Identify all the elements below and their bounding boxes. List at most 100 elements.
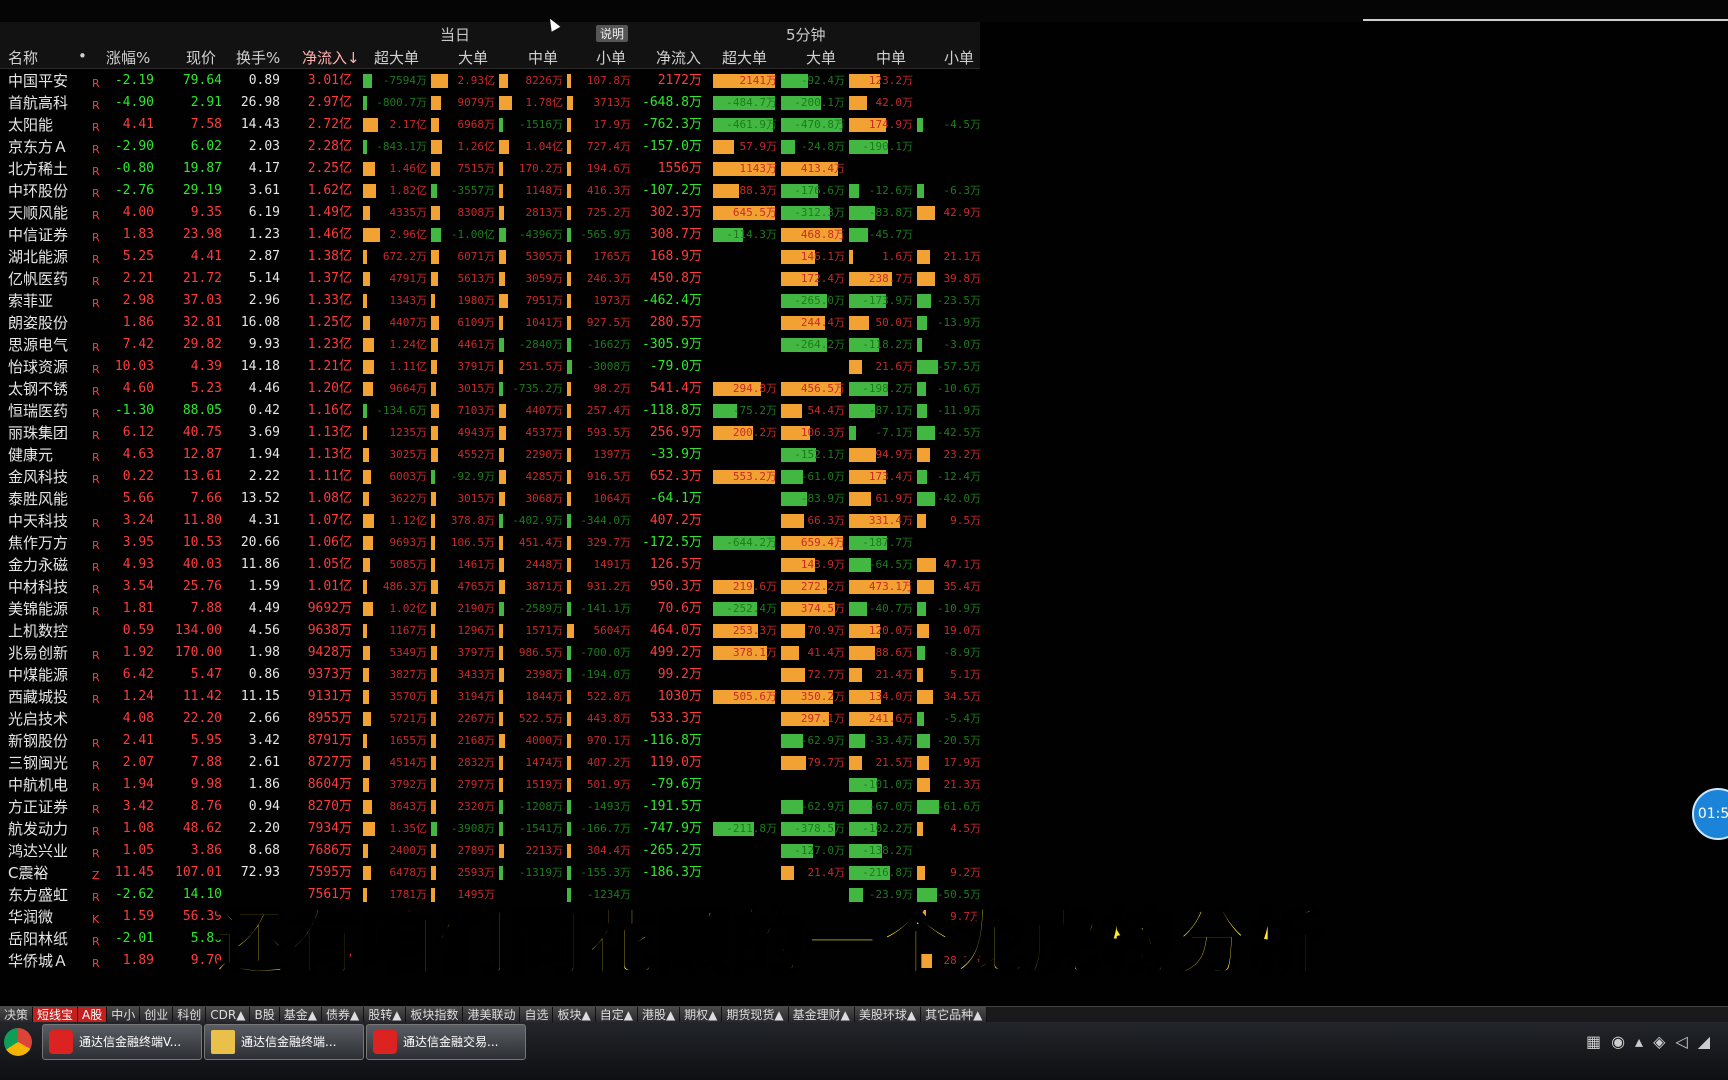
stock-name[interactable]: 美锦能源 bbox=[8, 601, 68, 617]
stock-name[interactable]: 岳阳林纸 bbox=[8, 931, 68, 947]
stock-name[interactable]: 亿帆医药 bbox=[8, 271, 68, 287]
stock-name[interactable]: 中材科技 bbox=[8, 579, 68, 595]
stock-name[interactable]: 湖北能源 bbox=[8, 249, 68, 265]
stock-name[interactable]: 恒瑞医药 bbox=[8, 403, 68, 419]
table-row[interactable]: C震裕 Z 11.45 107.01 72.93 7595万 6478万 2593万 -1319… bbox=[0, 862, 981, 884]
market-tab[interactable]: 短线宝 bbox=[33, 1007, 79, 1023]
table-row[interactable]: 新钢股份 R 2.41 5.95 3.42 8791万 1655万 2168万 4000万 970… bbox=[0, 730, 981, 752]
table-row[interactable]: 太钢不锈 R 4.60 5.23 4.46 1.20亿 9664万 3015万 -735.2万 9… bbox=[0, 378, 981, 400]
market-tab[interactable]: 债券▲ bbox=[321, 1007, 365, 1023]
market-tab[interactable]: CDR▲ bbox=[206, 1007, 251, 1023]
table-row[interactable]: 健康元 R 4.63 12.87 1.94 1.13亿 3025万 4552万 2290万 139… bbox=[0, 444, 981, 466]
stock-name[interactable]: 上机数控 bbox=[8, 623, 68, 639]
stock-name[interactable]: 京东方Ａ bbox=[8, 139, 68, 155]
col-super-large-5m[interactable]: 超大单 bbox=[722, 47, 767, 68]
stock-name[interactable]: 丽珠集团 bbox=[8, 425, 68, 441]
stock-name[interactable]: 三钢闽光 bbox=[8, 755, 68, 771]
market-tab[interactable]: 自选 bbox=[520, 1007, 554, 1023]
col-small-5m[interactable]: 小单 bbox=[944, 47, 974, 68]
col-turnover[interactable]: 换手% bbox=[236, 47, 280, 68]
col-dot[interactable]: • bbox=[78, 47, 87, 65]
table-row[interactable]: 方正证券 R 3.42 8.76 0.94 8270万 8643万 2320万 -1208万 -1… bbox=[0, 796, 981, 818]
stock-name[interactable]: 东方盛虹 bbox=[8, 887, 68, 903]
col-small[interactable]: 小单 bbox=[596, 47, 626, 68]
stock-name[interactable]: 方正证券 bbox=[8, 799, 68, 815]
market-tab[interactable]: 期货现货▲ bbox=[722, 1007, 789, 1023]
browser-icon[interactable] bbox=[4, 1028, 32, 1056]
col-super-large[interactable]: 超大单 bbox=[374, 47, 419, 68]
table-row[interactable]: 美锦能源 R 1.81 7.88 4.49 9692万 1.02亿 2190万 -2589万 -1… bbox=[0, 598, 981, 620]
col-price[interactable]: 现价 bbox=[186, 47, 216, 68]
market-tab[interactable]: 其它品种▲ bbox=[921, 1007, 988, 1023]
stock-name[interactable]: 焦作万方 bbox=[8, 535, 68, 551]
stock-name[interactable]: 中国平安 bbox=[8, 73, 68, 89]
stock-name[interactable]: 光启技术 bbox=[8, 711, 68, 727]
table-row[interactable]: 丽珠集团 R 6.12 40.75 3.69 1.13亿 1235万 4943万 4537万 59… bbox=[0, 422, 981, 444]
table-row[interactable]: 金力永磁 R 4.93 40.03 11.86 1.05亿 5085万 1461万 2448万 1… bbox=[0, 554, 981, 576]
stock-name[interactable]: 中信证券 bbox=[8, 227, 68, 243]
market-tab[interactable]: 港美联动 bbox=[463, 1007, 521, 1023]
stock-name[interactable]: 中环股份 bbox=[8, 183, 68, 199]
table-row[interactable]: 怡球资源 R 10.03 4.39 14.18 1.21亿 1.11亿 3791万 251.5万… bbox=[0, 356, 981, 378]
stock-name[interactable]: 新钢股份 bbox=[8, 733, 68, 749]
market-tab[interactable]: 板块▲ bbox=[553, 1007, 596, 1023]
stock-name[interactable]: 思源电气 bbox=[8, 337, 68, 353]
market-tab[interactable]: 自定▲ bbox=[595, 1007, 638, 1023]
table-row[interactable]: 太阳能 R 4.41 7.58 14.43 2.72亿 2.17亿 6968万 -1516万 17… bbox=[0, 114, 981, 136]
stock-name[interactable]: 太阳能 bbox=[8, 117, 53, 133]
stock-name[interactable]: 华侨城Ａ bbox=[8, 953, 68, 969]
market-tab[interactable]: 创业 bbox=[140, 1007, 174, 1023]
col-net-inflow-sorted[interactable]: 净流入↓ bbox=[302, 47, 360, 68]
stock-name[interactable]: 泰胜风能 bbox=[8, 491, 68, 507]
table-row[interactable]: 中环股份 R -2.76 29.19 3.61 1.62亿 1.82亿 -3557万 1148万… bbox=[0, 180, 981, 202]
market-tab[interactable]: 股转▲ bbox=[364, 1007, 407, 1023]
market-tab[interactable]: 期权▲ bbox=[680, 1007, 723, 1023]
stock-name[interactable]: 天顺风能 bbox=[8, 205, 68, 221]
col-medium[interactable]: 中单 bbox=[528, 47, 558, 68]
stock-name[interactable]: 中天科技 bbox=[8, 513, 68, 529]
market-tab[interactable]: 基金理财▲ bbox=[788, 1007, 855, 1023]
stock-name[interactable]: C震裕 bbox=[8, 865, 48, 881]
taskbar-item-terminal-2[interactable]: 通达信金融交易... bbox=[366, 1024, 526, 1060]
table-row[interactable]: 兆易创新 R 1.92 170.00 1.98 9428万 5349万 3797万 986.5万… bbox=[0, 642, 981, 664]
stock-name[interactable]: 索菲亚 bbox=[8, 293, 53, 309]
stock-name[interactable]: 鸿达兴业 bbox=[8, 843, 68, 859]
table-row[interactable]: 三钢闽光 R 2.07 7.88 2.61 8727万 4514万 2832万 1474万 407… bbox=[0, 752, 981, 774]
taskbar-item-terminal-1[interactable]: 通达信金融终端V... bbox=[42, 1024, 202, 1060]
stock-name[interactable]: 健康元 bbox=[8, 447, 53, 463]
col-large-5m[interactable]: 大单 bbox=[806, 47, 836, 68]
stock-name[interactable]: 怡球资源 bbox=[8, 359, 68, 375]
table-row[interactable]: 焦作万方 R 3.95 10.53 20.66 1.06亿 9693万 106.5万 451.4… bbox=[0, 532, 980, 554]
stock-name[interactable]: 太钢不锈 bbox=[8, 381, 68, 397]
stock-name[interactable]: 西藏城投 bbox=[8, 689, 68, 705]
market-tab[interactable]: 科创 bbox=[173, 1007, 207, 1023]
table-row[interactable]: 京东方Ａ R -2.90 6.02 2.03 2.28亿 -843.1万 1.26亿 1.04亿… bbox=[0, 136, 980, 158]
table-row[interactable]: 朗姿股份 1.86 32.81 16.08 1.25亿 4407万 6109万 1041万 92… bbox=[0, 312, 981, 334]
table-row[interactable]: 上机数控 0.59 134.00 4.56 9638万 1167万 1296万 1571万 56… bbox=[0, 620, 981, 642]
table-row[interactable]: 中煤能源 R 6.42 5.47 0.86 9373万 3827万 3433万 2398万 -19… bbox=[0, 664, 981, 686]
col-change-pct[interactable]: 涨幅% bbox=[106, 47, 150, 68]
market-tab[interactable]: 板块指数 bbox=[406, 1007, 464, 1023]
table-row[interactable]: 北方稀土 R -0.80 19.87 4.17 2.25亿 1.46亿 7515万 170.2万… bbox=[0, 158, 980, 180]
table-row[interactable]: 中天科技 R 3.24 11.80 4.31 1.07亿 1.12亿 378.8万 -402.9… bbox=[0, 510, 981, 532]
table-row[interactable]: 光启技术 4.08 22.20 2.66 8955万 5721万 2267万 522.5万 44… bbox=[0, 708, 981, 730]
taskbar-item-folder[interactable]: 通达信金融终端... bbox=[204, 1024, 364, 1060]
market-tab[interactable]: 基金▲ bbox=[279, 1007, 322, 1023]
stock-name[interactable]: 金力永磁 bbox=[8, 557, 68, 573]
stock-name[interactable]: 首航高科 bbox=[8, 95, 68, 111]
stock-name[interactable]: 金风科技 bbox=[8, 469, 68, 485]
table-row[interactable]: 鸿达兴业 R 1.05 3.86 8.68 7686万 2400万 2789万 2213万 304… bbox=[0, 840, 980, 862]
table-row[interactable]: 恒瑞医药 R -1.30 88.05 0.42 1.16亿 -134.6万 7103万 4407… bbox=[0, 400, 981, 422]
stock-name[interactable]: 中煤能源 bbox=[8, 667, 68, 683]
table-row[interactable]: 天顺风能 R 4.00 9.35 6.19 1.49亿 4335万 8308万 2813万 725… bbox=[0, 202, 981, 224]
col-name[interactable]: 名称 bbox=[8, 47, 38, 68]
table-row[interactable]: 首航高科 R -4.90 2.91 26.98 2.97亿 -800.7万 9079万 1.78… bbox=[0, 92, 980, 114]
system-tray[interactable]: ▦◉▴◈◁◢ bbox=[1586, 1032, 1720, 1051]
stock-name[interactable]: 朗姿股份 bbox=[8, 315, 68, 331]
table-row[interactable]: 中材科技 R 3.54 25.76 1.59 1.01亿 486.3万 4765万 3871万 9… bbox=[0, 576, 981, 598]
stock-name[interactable]: 中航机电 bbox=[8, 777, 68, 793]
market-tab[interactable]: A股 bbox=[78, 1007, 108, 1023]
table-row[interactable]: 西藏城投 R 1.24 11.42 11.15 9131万 3570万 3194万 1844万 5… bbox=[0, 686, 981, 708]
table-row[interactable]: 中航机电 R 1.94 9.98 1.86 8604万 3792万 2797万 1519万 501… bbox=[0, 774, 981, 796]
stock-name[interactable]: 北方稀土 bbox=[8, 161, 68, 177]
